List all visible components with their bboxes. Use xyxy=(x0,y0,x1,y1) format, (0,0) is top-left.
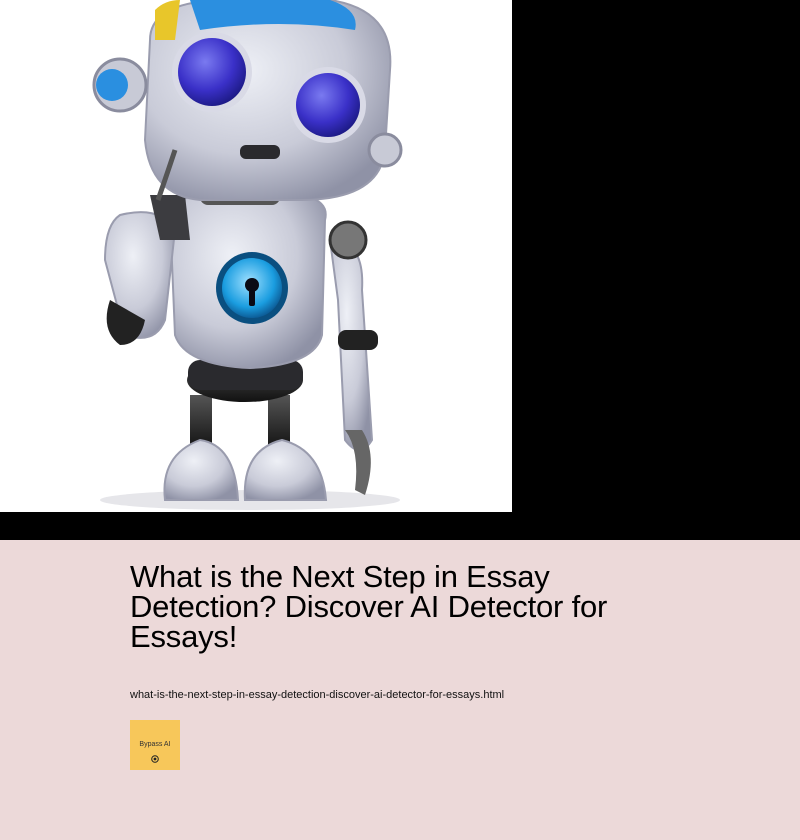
target-icon xyxy=(151,755,159,763)
hero-robot-image xyxy=(0,0,512,512)
robot-illustration xyxy=(92,0,403,510)
brand-logo-link[interactable]: Bypass AI xyxy=(130,720,180,770)
brand-name: Bypass AI xyxy=(139,741,171,748)
page-url[interactable]: what-is-the-next-step-in-essay-detection… xyxy=(130,689,504,701)
hero-section xyxy=(0,0,800,540)
page-title: What is the Next Step in Essay Detection… xyxy=(130,559,608,654)
article-section: What is the Next Step in Essay Detection… xyxy=(0,540,800,840)
